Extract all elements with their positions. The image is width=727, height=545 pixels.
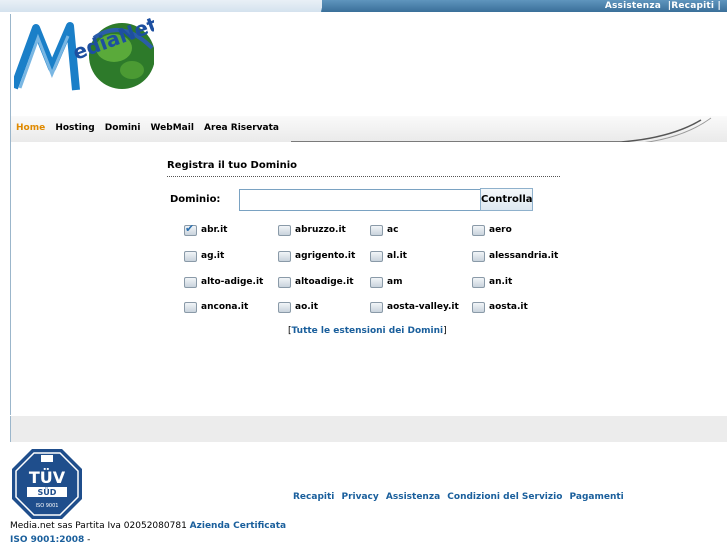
top-links: Assistenza |Recapiti | (605, 1, 721, 11)
extension-label: abruzzo.it (295, 225, 346, 235)
extension-label: alessandria.it (489, 251, 559, 261)
checkbox[interactable] (278, 277, 291, 288)
bracket-close: ] (443, 326, 447, 336)
checkbox[interactable] (370, 251, 383, 262)
nav-links: Home Hosting Domini WebMail Area Riserva… (16, 123, 286, 133)
domain-input[interactable] (239, 189, 483, 211)
svg-text:TÜV: TÜV (29, 468, 66, 487)
top-bar-light (0, 0, 322, 12)
extension-label: aosta-valley.it (387, 302, 459, 312)
checkbox[interactable] (472, 302, 485, 313)
nav-area-riservata[interactable]: Area Riservata (204, 123, 279, 133)
checkbox[interactable] (184, 251, 197, 262)
checkbox[interactable] (184, 302, 197, 313)
checkbox[interactable] (472, 251, 485, 262)
extension-label: al.it (387, 251, 407, 261)
checkbox[interactable] (472, 225, 485, 236)
all-extensions: [Tutte le estensioni dei Domini] (288, 326, 447, 336)
extension-label: ac (387, 225, 399, 235)
top-link-recapiti[interactable]: |Recapiti | (668, 1, 721, 11)
footer-link-assistenza[interactable]: Assistenza (386, 492, 440, 502)
all-extensions-link[interactable]: Tutte le estensioni dei Domini (292, 326, 444, 336)
footer-link-condizioni[interactable]: Condizioni del Servizio (447, 492, 562, 502)
checkbox[interactable] (472, 277, 485, 288)
check-button[interactable]: Controlla (480, 188, 533, 211)
nav-webmail[interactable]: WebMail (151, 123, 194, 133)
checkbox[interactable] (370, 225, 383, 236)
medianet-logo[interactable]: ediaNet (14, 18, 154, 96)
extension-label: aero (489, 225, 512, 235)
top-bar: Assistenza |Recapiti | (0, 0, 727, 14)
extension-label: abr.it (201, 225, 228, 235)
checkbox[interactable] (184, 222, 197, 236)
extension-label: aosta.it (489, 302, 528, 312)
iso-link[interactable]: ISO 9001:2008 (10, 535, 84, 545)
checkbox[interactable] (370, 302, 383, 313)
main-content (10, 142, 718, 415)
footer-band (10, 416, 727, 442)
svg-text:ISO 9001: ISO 9001 (36, 503, 59, 509)
register-title: Registra il tuo Dominio (167, 160, 297, 171)
title-divider (167, 176, 560, 177)
iso-info: ISO 9001:2008 - (10, 535, 90, 545)
domain-label: Dominio: (170, 194, 221, 205)
extension-label: am (387, 277, 403, 287)
checkbox[interactable] (278, 225, 291, 236)
footer-links: Recapiti Privacy Assistenza Condizioni d… (293, 492, 628, 502)
extension-label: ancona.it (201, 302, 249, 312)
nav-hosting[interactable]: Hosting (55, 123, 94, 133)
main-nav: Home Hosting Domini WebMail Area Riserva… (10, 116, 727, 145)
company-text: Media.net sas Partita Iva 02052080781 (10, 521, 190, 531)
footer-link-privacy[interactable]: Privacy (342, 492, 379, 502)
extension-label: agrigento.it (295, 251, 356, 261)
footer-link-recapiti[interactable]: Recapiti (293, 492, 334, 502)
top-link-assistenza[interactable]: Assistenza (605, 1, 661, 11)
tuv-certification-logo: TÜV SÜD ISO 9001 (12, 449, 82, 519)
extension-label: ag.it (201, 251, 225, 261)
checkbox[interactable] (278, 302, 291, 313)
checkbox[interactable] (278, 251, 291, 262)
extension-label: alto-adige.it (201, 277, 264, 287)
nav-domini[interactable]: Domini (105, 123, 141, 133)
svg-text:SÜD: SÜD (38, 487, 57, 497)
company-info: Media.net sas Partita Iva 02052080781 Az… (10, 521, 286, 531)
extension-label: altoadige.it (295, 277, 354, 287)
checkbox[interactable] (370, 277, 383, 288)
checkbox[interactable] (184, 277, 197, 288)
certified-link[interactable]: Azienda Certificata (190, 521, 286, 531)
iso-suffix: - (84, 535, 91, 545)
footer-link-pagamenti[interactable]: Pagamenti (570, 492, 624, 502)
extension-label: ao.it (295, 302, 319, 312)
extension-label: an.it (489, 277, 513, 287)
nav-home[interactable]: Home (16, 123, 45, 133)
